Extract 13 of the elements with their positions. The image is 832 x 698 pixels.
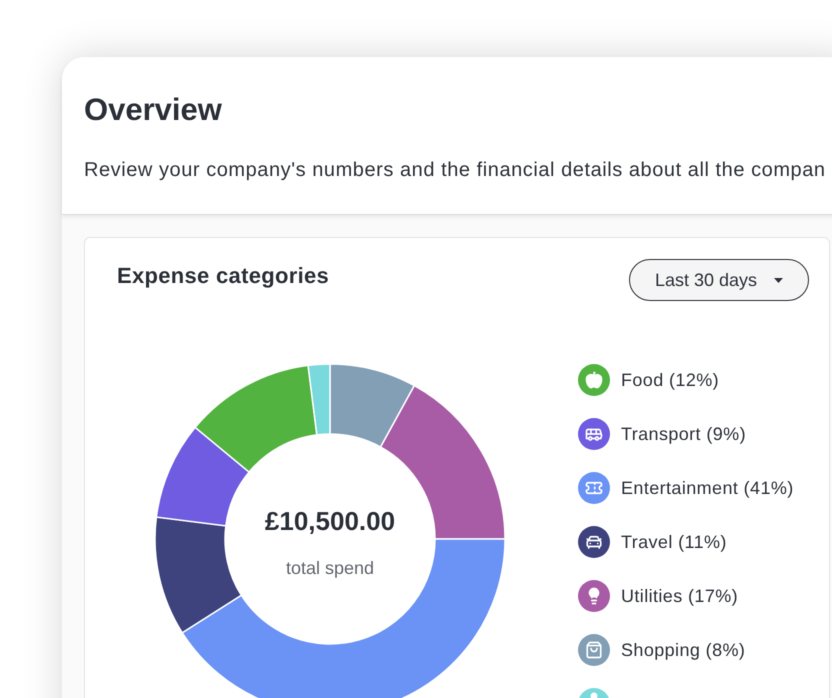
legend-label: Food (12%): [621, 369, 720, 392]
total-amount: £10,500.00: [264, 505, 396, 538]
total-caption: total spend: [286, 557, 374, 579]
legend-label: Travel (11%): [621, 531, 727, 554]
caret-icon: [774, 278, 784, 282]
legend-label: Entertainment (41%): [621, 477, 794, 500]
page-description: Review your company's numbers and the financial details about all the compan: [84, 158, 826, 183]
legend-label: Shopping (8%): [621, 639, 746, 662]
card-title: Expense categories: [117, 262, 330, 290]
legend-label: Utilities (17%): [621, 585, 738, 608]
period-dropdown[interactable]: Last 30 days: [629, 259, 809, 301]
page-title: Overview: [84, 91, 222, 129]
legend-label: Transport (9%): [621, 423, 746, 446]
